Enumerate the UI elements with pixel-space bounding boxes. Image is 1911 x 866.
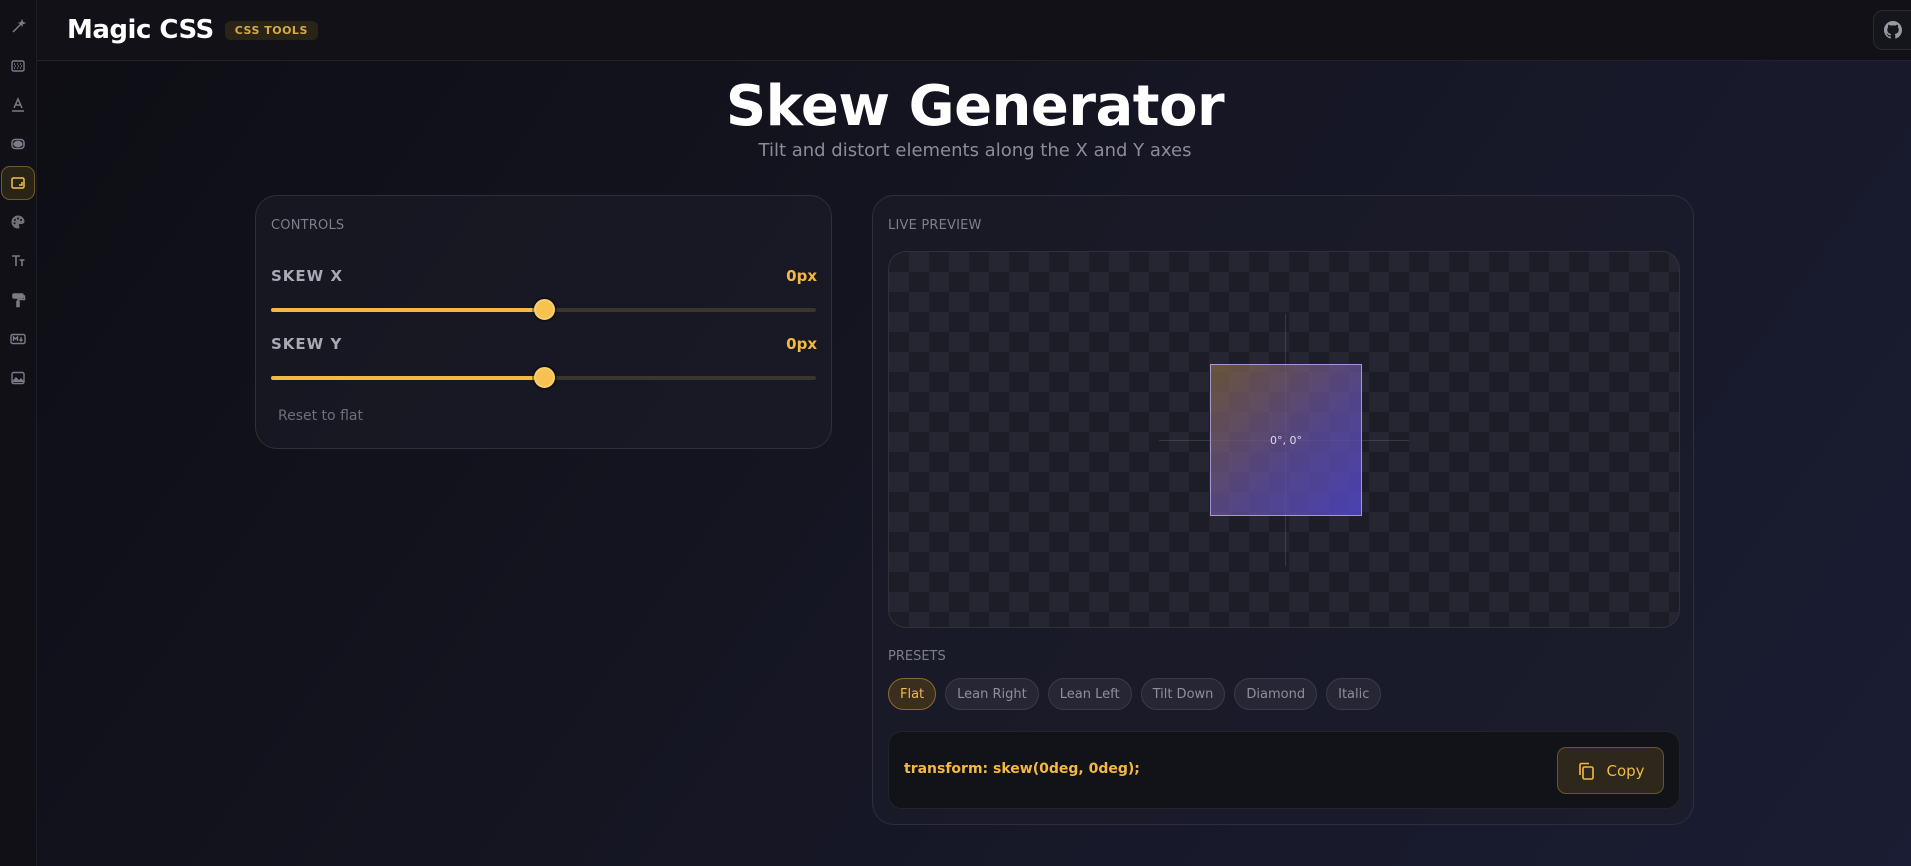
skew-y-slider[interactable] — [271, 367, 816, 388]
reset-button[interactable]: Reset to flat — [278, 408, 363, 424]
skew-readout: 0°, 0° — [1270, 433, 1302, 447]
preset-lean-right[interactable]: Lean Right — [945, 678, 1039, 710]
palette-icon[interactable] — [1, 205, 35, 239]
wand-icon[interactable] — [1, 10, 35, 44]
controls-panel: CONTROLS SKEW X 0px SKEW Y 0px Reset to … — [255, 195, 832, 449]
image-icon[interactable] — [1, 361, 35, 395]
preset-flat[interactable]: Flat — [888, 678, 937, 710]
skew-x-slider-thumb[interactable] — [533, 299, 555, 320]
paint-roller-icon[interactable] — [1, 283, 35, 317]
font-size-icon[interactable] — [1, 244, 35, 278]
brand-tag: CSS TOOLS — [224, 20, 318, 40]
copy-button[interactable]: Copy — [1557, 747, 1664, 794]
skew-y-slider-thumb[interactable] — [533, 367, 555, 388]
copy-button-label: Copy — [1606, 761, 1645, 780]
presets-list: Flat Lean Right Lean Left Tilt Down Diam… — [888, 678, 1382, 710]
preview-stage: 0°, 0° — [888, 251, 1680, 628]
preview-heading: LIVE PREVIEW — [888, 218, 982, 233]
brand-logo[interactable]: Magic CSS — [67, 15, 214, 45]
preset-tilt-down[interactable]: Tilt Down — [1140, 678, 1226, 710]
skew-y-label: SKEW Y — [271, 335, 343, 353]
top-header: Magic CSS CSS TOOLS — [37, 0, 1911, 61]
markdown-icon[interactable] — [1, 322, 35, 356]
copy-icon — [1579, 762, 1595, 780]
preview-panel: LIVE PREVIEW 0°, 0° PRESETS Flat Lean Ri… — [872, 195, 1694, 825]
page-title: Skew Generator — [725, 74, 1225, 139]
skew-y-value: 0px — [786, 335, 817, 353]
presets-heading: PRESETS — [888, 649, 946, 664]
css-code[interactable]: transform: skew(0deg, 0deg); — [904, 761, 1140, 777]
preset-diamond[interactable]: Diamond — [1234, 678, 1318, 710]
preset-italic[interactable]: Italic — [1326, 678, 1382, 710]
skew-icon[interactable] — [1, 166, 35, 200]
skew-x-slider[interactable] — [271, 299, 816, 320]
skew-preview-box: 0°, 0° — [1210, 364, 1362, 516]
app-root: Magic CSS CSS TOOLS Skew Generator Tilt … — [0, 0, 1911, 866]
controls-heading: CONTROLS — [271, 218, 345, 233]
github-icon[interactable] — [1873, 10, 1911, 50]
skew-x-value: 0px — [786, 267, 817, 285]
page-subtitle: Tilt and distort elements along the X an… — [758, 140, 1192, 161]
preset-lean-left[interactable]: Lean Left — [1047, 678, 1132, 710]
skew-y-slider-fill — [271, 376, 544, 380]
skew-x-slider-fill — [271, 308, 544, 312]
skew-x-label: SKEW X — [271, 267, 344, 285]
css-output: transform: skew(0deg, 0deg); Copy — [888, 731, 1680, 809]
